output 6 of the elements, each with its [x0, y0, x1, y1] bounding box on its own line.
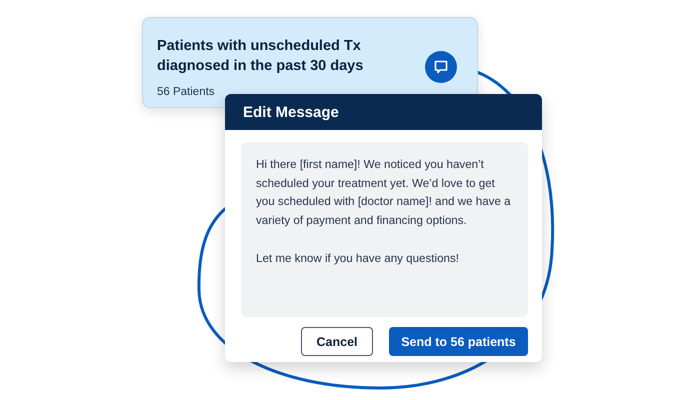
message-field[interactable]: Hi there [first name]! We noticed you haven’t scheduled your treatment yet. We’d love to get you scheduled with [doctor name]! and we have a variety of payment and financing options. Let me know if you have any questions!: [241, 142, 528, 317]
segment-title: Patients with unscheduled Tx diagnosed in the past 30 days: [157, 37, 364, 76]
dialog-title: Edit Message: [243, 104, 339, 120]
patient-count: 56 Patients: [157, 86, 215, 98]
cancel-button[interactable]: Cancel: [301, 327, 373, 356]
send-button[interactable]: Send to 56 patients: [389, 327, 528, 356]
